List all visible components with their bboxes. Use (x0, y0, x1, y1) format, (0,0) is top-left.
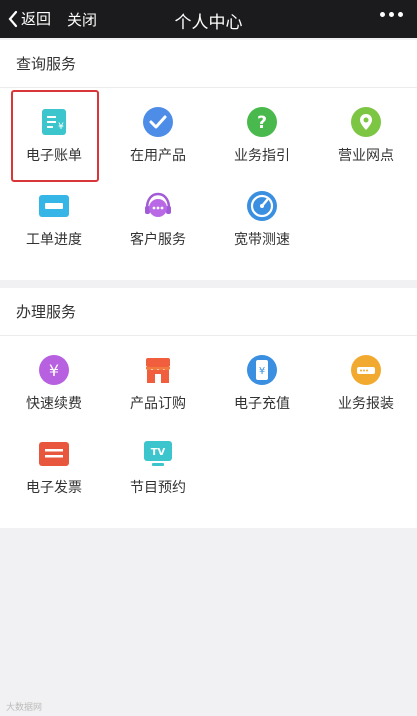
service-product-order[interactable]: 产品订购 (106, 336, 210, 420)
svg-text:¥: ¥ (49, 361, 59, 380)
service-e-bill[interactable]: ¥ 电子账单 (2, 88, 106, 172)
section-title: 查询服务 (0, 40, 417, 88)
location-pin-icon (350, 106, 382, 138)
service-label: 产品订购 (130, 396, 186, 412)
headset-chat-icon (142, 190, 174, 222)
handle-services-section: 办理服务 ¥ 快速续费 产品订购 ¥ 电子充值 业务报装 电子发票 TV 节目预… (0, 288, 417, 528)
service-label: 电子发票 (26, 480, 82, 496)
service-label: 快速续费 (26, 396, 82, 412)
progress-bar-icon (38, 190, 70, 222)
chevron-left-icon (8, 10, 18, 27)
svg-text:?: ? (257, 113, 267, 133)
service-e-invoice[interactable]: 电子发票 (2, 420, 106, 504)
back-label: 返回 (21, 10, 52, 28)
bill-icon: ¥ (38, 106, 70, 138)
watermark: 大数据网 (6, 703, 43, 713)
section-title: 办理服务 (0, 288, 417, 336)
back-button[interactable]: 返回 (8, 8, 51, 29)
close-button[interactable]: 关闭 (67, 9, 97, 30)
service-label: 在用产品 (130, 148, 186, 164)
speedometer-icon (246, 190, 278, 222)
query-services-section: 查询服务 ¥ 电子账单 在用产品 ? 业务指引 营业网点 工单进度 客户服务 宽… (0, 40, 417, 280)
service-install-application[interactable]: 业务报装 (314, 336, 417, 420)
service-label: 业务报装 (338, 396, 394, 412)
store-icon (142, 354, 174, 386)
svg-text:¥: ¥ (58, 122, 64, 132)
service-e-recharge[interactable]: ¥ 电子充值 (210, 336, 314, 420)
invoice-icon (38, 438, 70, 470)
yuan-coin-icon: ¥ (38, 354, 70, 386)
more-options-icon[interactable] (380, 12, 403, 17)
page-title: 个人中心 (174, 13, 243, 33)
service-work-order-progress[interactable]: 工单进度 (2, 172, 106, 256)
service-label: 工单进度 (26, 232, 82, 248)
service-business-guide[interactable]: ? 业务指引 (210, 88, 314, 172)
service-label: 业务指引 (234, 148, 290, 164)
service-customer-service[interactable]: 客户服务 (106, 172, 210, 256)
service-label: 电子充值 (234, 396, 290, 412)
service-label: 客户服务 (130, 232, 186, 248)
service-broadband-speed-test[interactable]: 宽带测速 (210, 172, 314, 256)
service-label: 宽带测速 (234, 232, 290, 248)
question-icon: ? (246, 106, 278, 138)
service-quick-renewal[interactable]: ¥ 快速续费 (2, 336, 106, 420)
service-label: 节目预约 (130, 480, 186, 496)
tv-icon: TV (142, 438, 174, 470)
top-navigation-bar: 返回 关闭 个人中心 (0, 0, 417, 38)
phone-yuan-icon: ¥ (246, 354, 278, 386)
service-label: 电子账单 (26, 148, 82, 164)
svg-text:TV: TV (151, 447, 166, 458)
router-icon (350, 354, 382, 386)
service-products-in-use[interactable]: 在用产品 (106, 88, 210, 172)
service-branch-locations[interactable]: 营业网点 (314, 88, 417, 172)
service-label: 营业网点 (338, 148, 394, 164)
svg-text:¥: ¥ (259, 366, 265, 377)
service-program-booking[interactable]: TV 节目预约 (106, 420, 210, 504)
check-circle-icon (142, 106, 174, 138)
